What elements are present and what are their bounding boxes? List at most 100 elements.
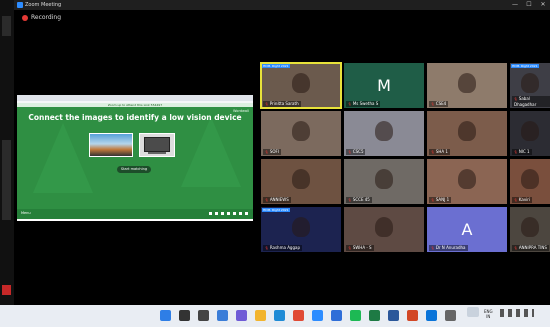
video-silhouette: [521, 217, 539, 237]
tile-caption: HDM. Right 2021: [262, 64, 290, 68]
muted-mic-icon: 🎙: [265, 150, 269, 154]
muted-mic-icon: 🎙: [431, 198, 435, 202]
participant-name: 🎙SWHA - S: [346, 245, 374, 251]
participant-tile[interactable]: 🎙SCCE 45: [344, 159, 424, 204]
activity-headline: Connect the images to identify a low vis…: [28, 113, 242, 122]
spotify-icon[interactable]: [350, 310, 361, 321]
muted-mic-icon: 🎙: [348, 150, 352, 154]
participant-name-text: Prinitta Sarath: [269, 101, 299, 106]
participant-name: 🎙SHA 1: [429, 149, 450, 155]
participant-name-text: NIC 1: [518, 149, 530, 154]
participant-name-text: Rashma Aggap: [269, 245, 300, 250]
video-silhouette: [375, 169, 393, 189]
participant-name: 🎙SANJ 1: [429, 197, 452, 203]
zoom-icon[interactable]: [312, 310, 323, 321]
window-titlebar: Zoom Meeting: [14, 0, 550, 10]
menu-link[interactable]: Menu: [21, 211, 31, 215]
zoom-logo-icon: [17, 1, 23, 8]
video-silhouette: [375, 217, 393, 237]
muted-mic-icon: 🎙: [431, 150, 435, 154]
participant-tile[interactable]: 🎙SWHA - S: [344, 207, 424, 252]
participant-tile[interactable]: HDM. Right 2021 🎙Prinitta Sarath: [260, 62, 342, 109]
participant-name: 🎙SCCE 45: [346, 197, 372, 203]
video-silhouette: [521, 121, 539, 141]
video-silhouette: [292, 169, 310, 189]
participant-name: 🎙ANNIEWS: [263, 197, 291, 203]
close-button[interactable]: ✕: [536, 0, 550, 10]
activity-banner: Zoom up to Attend this Link 554497: [17, 103, 253, 107]
muted-mic-icon: 🎙: [348, 246, 352, 250]
video-silhouette: [458, 121, 476, 141]
minimize-button[interactable]: —: [508, 0, 522, 10]
tv-stand: [148, 152, 166, 154]
muted-mic-icon: 🎙: [514, 97, 518, 101]
language-indicator[interactable]: ENG IN: [484, 309, 493, 319]
muted-mic-icon: 🎙: [431, 102, 435, 106]
participant-tile[interactable]: 🎙ANNIEWS: [261, 159, 341, 204]
strip-block: [2, 16, 11, 36]
activity-controls[interactable]: [209, 212, 249, 215]
chat-icon[interactable]: [236, 310, 247, 321]
participant-name-text: Dr N Anuradha: [435, 245, 466, 250]
edge-icon[interactable]: [274, 310, 285, 321]
activity-bottom-bar: Menu: [17, 209, 253, 219]
participant-name: 🎙SOFI: [263, 149, 281, 155]
participant-name: 🎙CSC5: [346, 149, 366, 155]
mail-icon[interactable]: [426, 310, 437, 321]
video-silhouette: [458, 73, 476, 93]
participant-tile[interactable]: HDM. Right 2021 🎙Sabal Dhagadhar: [510, 63, 550, 108]
participant-tile[interactable]: 🎙NIC 1: [510, 111, 550, 156]
participant-name-text: SOFI: [269, 149, 279, 154]
television-image[interactable]: [139, 133, 175, 157]
landscape-image[interactable]: [89, 133, 133, 157]
participant-name-text: SHA 1: [435, 149, 448, 154]
tv-screen: [144, 137, 170, 152]
strip-block: [2, 140, 11, 220]
tray-overflow-icon[interactable]: [467, 307, 479, 317]
participant-name-text: ANNIPRA TINS: [518, 245, 547, 250]
task-view-icon[interactable]: [198, 310, 209, 321]
recording-label: Recording: [31, 14, 62, 21]
participant-name-text: SWHA - S: [352, 245, 372, 250]
participant-name-text: Ms Swetha S: [352, 101, 379, 106]
system-tray-icons[interactable]: [500, 309, 534, 317]
powerpoint-icon[interactable]: [407, 310, 418, 321]
recording-indicator[interactable]: Recording: [22, 14, 61, 22]
muted-mic-icon: 🎙: [265, 246, 269, 250]
participant-name: 🎙Rashma Aggap: [263, 245, 302, 251]
participant-tile[interactable]: 🎙ANNIPRA TINS: [510, 207, 550, 252]
participant-name-text: SCCE 45: [352, 197, 370, 202]
search-icon[interactable]: [179, 310, 190, 321]
participant-tile[interactable]: 🎙Kaviri: [510, 159, 550, 204]
participant-tile[interactable]: HDM. Right 2021 🎙Rashma Aggap: [261, 207, 341, 252]
muted-mic-icon: 🎙: [431, 246, 435, 250]
widgets-icon[interactable]: [217, 310, 228, 321]
participant-tile[interactable]: M 🎙Ms Swetha S: [344, 63, 424, 108]
word-icon[interactable]: [388, 310, 399, 321]
windows-start-icon[interactable]: [160, 310, 171, 321]
participant-tile[interactable]: 🎙SHA 1: [427, 111, 507, 156]
maximize-button[interactable]: ☐: [522, 0, 536, 10]
chrome-icon[interactable]: [293, 310, 304, 321]
participant-tile[interactable]: 🎙CSC5: [344, 111, 424, 156]
tree-decoration: [181, 117, 241, 187]
participant-name: 🎙Ms Swetha S: [346, 101, 381, 107]
settings-icon[interactable]: [445, 310, 456, 321]
video-silhouette: [375, 121, 393, 141]
participant-tile[interactable]: A 🎙Dr N Anuradha: [427, 207, 507, 252]
video-silhouette: [521, 169, 539, 189]
participant-tile[interactable]: 🎙CSE4: [427, 63, 507, 108]
file-explorer-icon[interactable]: [255, 310, 266, 321]
participant-tile[interactable]: 🎙SANJ 1: [427, 159, 507, 204]
participant-tile[interactable]: 🎙SOFI: [261, 111, 341, 156]
store-icon[interactable]: [331, 310, 342, 321]
participant-name-text: Kaviri: [518, 197, 531, 202]
video-silhouette: [292, 121, 310, 141]
participant-name: 🎙CSE4: [429, 101, 449, 107]
start-button[interactable]: Start matching: [117, 166, 151, 173]
participant-name-text: CSC5: [352, 149, 364, 154]
video-silhouette: [521, 73, 539, 93]
left-window-strip: [0, 0, 14, 305]
muted-mic-icon: 🎙: [265, 198, 269, 202]
excel-icon[interactable]: [369, 310, 380, 321]
